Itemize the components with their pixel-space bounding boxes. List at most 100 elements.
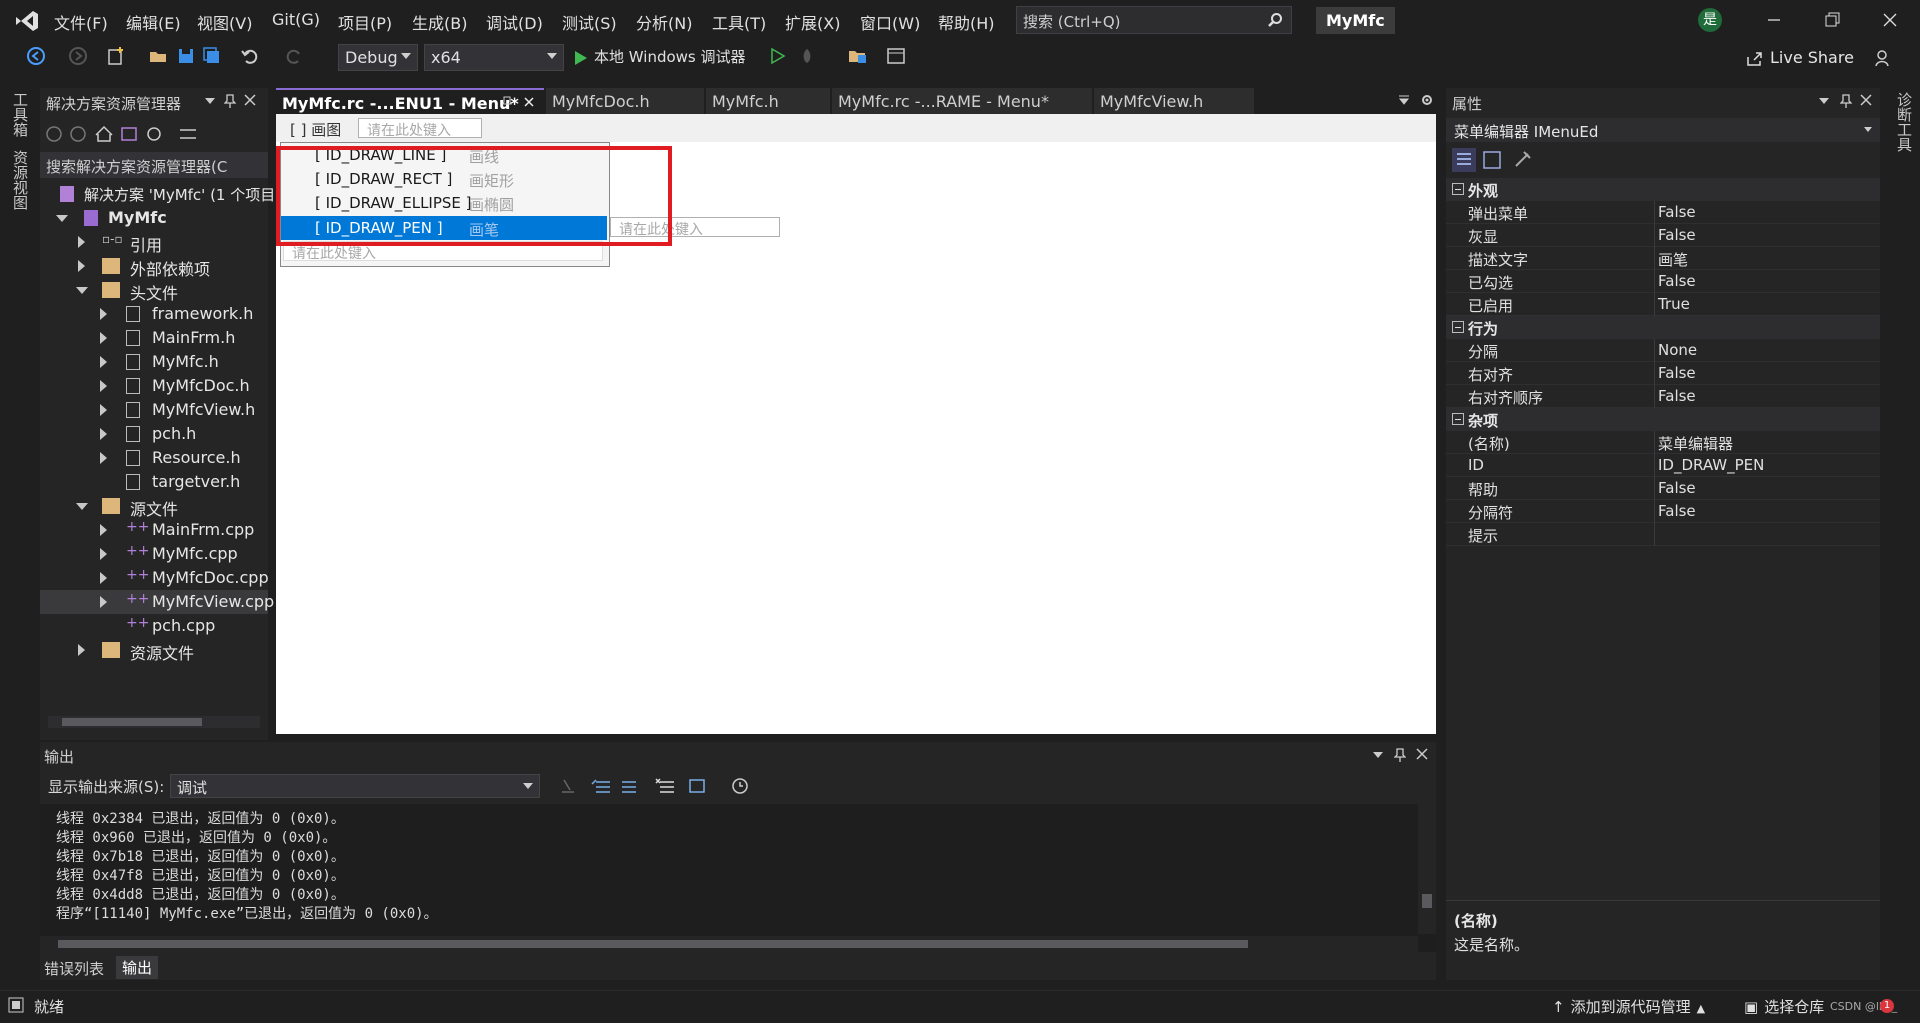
diagnostics-tab[interactable]: 诊断工具: [1894, 92, 1915, 152]
tree-file[interactable]: framework.h: [40, 302, 268, 326]
tree-file[interactable]: ++ pch.cpp: [40, 614, 268, 638]
chevron-right-icon[interactable]: [100, 524, 107, 536]
object-selector[interactable]: 菜单编辑器 IMenuEd: [1446, 118, 1880, 142]
tree-sources[interactable]: 源文件: [40, 494, 268, 519]
menu-project[interactable]: 项目(P): [338, 10, 392, 34]
property-value[interactable]: ID_DRAW_PEN: [1658, 456, 1764, 474]
chevron-right-icon[interactable]: [100, 404, 107, 416]
tab-menu-resource[interactable]: MyMfc.rc -...ENU1 - Menu*: [276, 88, 544, 114]
live-share-button[interactable]: Live Share: [1746, 48, 1854, 67]
menu-build[interactable]: 生成(B): [412, 10, 467, 34]
chevron-down-icon[interactable]: [76, 503, 88, 510]
solution-search-input[interactable]: 搜索解决方案资源管理器(C: [40, 152, 268, 178]
chevron-right-icon[interactable]: [100, 548, 107, 560]
start-debugging-button[interactable]: 本地 Windows 调试器: [574, 46, 746, 68]
tab-output[interactable]: 输出: [116, 956, 159, 979]
avatar[interactable]: 是: [1698, 8, 1722, 32]
chevron-down-icon[interactable]: [56, 215, 68, 222]
tree-file[interactable]: MyMfcView.h: [40, 398, 268, 422]
tree-file[interactable]: ++ MainFrm.cpp: [40, 518, 268, 542]
property-value[interactable]: False: [1658, 272, 1696, 290]
category-appearance[interactable]: 外观: [1446, 178, 1880, 201]
chevron-down-icon[interactable]: [204, 96, 216, 106]
resource-view-tab[interactable]: 资源视图: [10, 150, 31, 210]
property-row[interactable]: 灰显 False: [1446, 224, 1880, 247]
notification-badge[interactable]: 1: [1880, 999, 1894, 1013]
select-repo-button[interactable]: ▣ 选择仓库: [1744, 996, 1824, 1017]
vertical-scrollbar[interactable]: [1418, 804, 1436, 934]
undo-icon[interactable]: [240, 46, 260, 66]
chevron-down-icon[interactable]: [1818, 96, 1830, 106]
tab-error-list[interactable]: 错误列表: [44, 958, 104, 979]
property-row[interactable]: 分隔符 False: [1446, 500, 1880, 523]
start-without-debug-icon[interactable]: [770, 47, 786, 65]
tab-mymfcview-h[interactable]: MyMfcView.h: [1094, 88, 1254, 114]
chevron-right-icon[interactable]: [78, 644, 85, 656]
pin-icon[interactable]: [502, 96, 512, 108]
minimize-icon[interactable]: [1764, 10, 1784, 30]
gear-icon[interactable]: [1420, 93, 1434, 107]
config-select[interactable]: Debug: [338, 44, 418, 71]
folder-view-icon[interactable]: [848, 47, 868, 65]
chevron-right-icon[interactable]: [100, 596, 107, 608]
close-panel-icon[interactable]: [1860, 94, 1872, 106]
menu-view[interactable]: 视图(V): [197, 10, 252, 34]
property-value[interactable]: False: [1658, 502, 1696, 520]
property-value[interactable]: False: [1658, 387, 1696, 405]
top-menu-item[interactable]: [ ] 画图: [290, 119, 341, 140]
close-icon[interactable]: [1880, 10, 1900, 30]
pin-icon[interactable]: [1840, 94, 1852, 108]
chevron-right-icon[interactable]: [100, 380, 107, 392]
horizontal-scrollbar[interactable]: [48, 716, 260, 728]
property-value[interactable]: None: [1658, 341, 1697, 359]
property-row[interactable]: 已勾选 False: [1446, 270, 1880, 293]
menu-tools[interactable]: 工具(T): [712, 10, 766, 34]
menu-edit[interactable]: 编辑(E): [126, 10, 181, 34]
chevron-down-icon[interactable]: [1372, 750, 1384, 760]
property-row[interactable]: 分隔 None: [1446, 339, 1880, 362]
property-row[interactable]: (名称) 菜单编辑器: [1446, 431, 1880, 454]
chevron-right-icon[interactable]: [78, 260, 85, 272]
tree-file[interactable]: MyMfc.h: [40, 350, 268, 374]
open-folder-icon[interactable]: [148, 46, 168, 66]
forward-icon[interactable]: [68, 46, 88, 66]
property-value[interactable]: True: [1658, 295, 1690, 313]
redo-icon[interactable]: [284, 46, 304, 66]
horizontal-scrollbar[interactable]: [40, 936, 1418, 952]
chevron-right-icon[interactable]: [100, 356, 107, 368]
property-row[interactable]: ID ID_DRAW_PEN: [1446, 454, 1880, 477]
tree-file[interactable]: MainFrm.h: [40, 326, 268, 350]
chevron-right-icon[interactable]: [100, 572, 107, 584]
tab-mymfcdoc-h[interactable]: MyMfcDoc.h: [546, 88, 704, 114]
menu-debug[interactable]: 调试(D): [486, 10, 543, 34]
output-text-area[interactable]: 线程 0x2384 已退出，返回值为 0 (0x0)。 线程 0x960 已退出…: [40, 804, 1436, 952]
property-value[interactable]: False: [1658, 479, 1696, 497]
back-icon[interactable]: [26, 46, 46, 66]
save-icon[interactable]: [176, 46, 196, 66]
tree-solution[interactable]: 解决方案 'MyMfc' (1 个项目: [40, 182, 275, 206]
window-layout-icon[interactable]: [886, 47, 906, 65]
tree-file[interactable]: MyMfcDoc.h: [40, 374, 268, 398]
tree-file[interactable]: targetver.h: [40, 470, 268, 494]
restore-icon[interactable]: [1822, 10, 1842, 30]
hot-reload-icon[interactable]: [798, 47, 816, 65]
tab-mymfc-h[interactable]: MyMfc.h: [706, 88, 830, 114]
chevron-right-icon[interactable]: [100, 452, 107, 464]
property-row[interactable]: 提示: [1446, 523, 1880, 546]
tab-overflow-icon[interactable]: [1398, 94, 1410, 106]
property-row[interactable]: 帮助 False: [1446, 477, 1880, 500]
chevron-right-icon[interactable]: [100, 428, 107, 440]
tree-project[interactable]: MyMfc: [40, 206, 268, 230]
menu-test[interactable]: 测试(S): [562, 10, 617, 34]
tree-resources[interactable]: 资源文件: [40, 638, 268, 663]
tab-mainframe-menu[interactable]: MyMfc.rc -...RAME - Menu*: [832, 88, 1092, 114]
chevron-right-icon[interactable]: [78, 236, 85, 248]
chevron-down-icon[interactable]: [76, 287, 88, 294]
platform-select[interactable]: x64: [424, 44, 564, 71]
close-tab-icon[interactable]: [524, 97, 534, 107]
search-input[interactable]: 搜索 (Ctrl+Q): [1016, 6, 1292, 34]
menu-file[interactable]: 文件(F): [54, 10, 108, 34]
property-row[interactable]: 弹出菜单 False: [1446, 201, 1880, 224]
tree-references[interactable]: ▫-▫ 引用: [40, 230, 268, 255]
close-panel-icon[interactable]: [244, 94, 256, 106]
